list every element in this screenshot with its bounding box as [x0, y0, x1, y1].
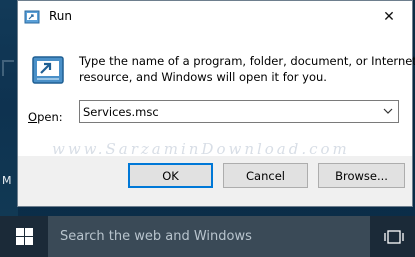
description-line-1: Type the name of a program, folder, docu… [79, 54, 415, 68]
title-bar[interactable]: Run ✕ [18, 1, 412, 32]
task-view-icon [383, 229, 404, 244]
dialog-body: Type the name of a program, folder, docu… [18, 32, 415, 158]
search-placeholder: Search the web and Windows [60, 229, 252, 244]
desktop-edge-label: M [2, 174, 12, 187]
task-view-button[interactable] [372, 216, 415, 257]
open-label-text: pen: [37, 110, 63, 124]
ok-button[interactable]: OK [128, 163, 213, 188]
start-button[interactable] [0, 216, 48, 257]
cancel-button[interactable]: Cancel [223, 163, 308, 188]
open-input[interactable] [83, 103, 373, 120]
run-icon [24, 10, 40, 24]
browse-button[interactable]: Browse... [318, 163, 405, 188]
dialog-description: Type the name of a program, folder, docu… [79, 53, 415, 85]
run-icon [32, 56, 64, 84]
taskbar: Search the web and Windows [0, 216, 415, 257]
desktop-shortcut-icon [2, 60, 14, 76]
description-line-2: resource, and Windows will open it for y… [79, 70, 327, 84]
window-title: Run [49, 9, 73, 23]
windows-logo-icon [15, 228, 33, 245]
dropdown-arrow-icon[interactable] [383, 106, 393, 116]
open-label: Open: [28, 110, 63, 124]
close-icon: ✕ [383, 8, 395, 25]
watermark: www.SarzaminDownload.com [52, 140, 350, 158]
open-label-accelerator: O [28, 110, 38, 124]
taskbar-search-box[interactable]: Search the web and Windows [48, 216, 370, 257]
close-button[interactable]: ✕ [366, 1, 412, 32]
run-dialog: Run ✕ Type the name of a program, folder… [17, 0, 415, 207]
open-combobox[interactable] [79, 100, 399, 123]
